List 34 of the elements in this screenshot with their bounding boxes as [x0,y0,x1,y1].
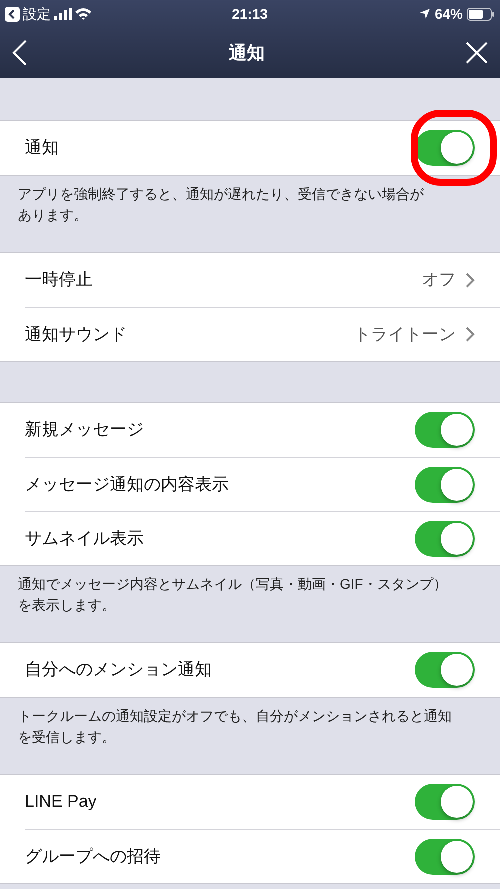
toggle-switch[interactable] [415,130,475,166]
setting-label: 一時停止 [25,269,93,292]
setting-label: 新規メッセージ [25,419,144,442]
value-selector[interactable]: オフ [422,267,475,293]
toggle-switch[interactable] [415,652,475,688]
section-note: 通知でメッセージ内容とサムネイル（写真・動画・GIF・スタンプ） を表示します。 [18,575,448,615]
setting-label: LINE Pay [25,791,97,814]
toggle-switch[interactable] [415,784,475,820]
setting-label: 自分へのメンション通知 [25,659,212,682]
close-icon[interactable] [466,42,488,64]
toggle-switch[interactable] [415,838,475,874]
setting-label: 通知サウンド [25,324,127,346]
signal-icon [54,8,72,20]
setting-label: 通知 [25,137,59,160]
battery-percentage: 64% [434,4,463,24]
section-note: トークルームの通知設定がオフでも、自分がメンションされると通知 を受信します。 [18,707,453,747]
clock-time: 21:13 [232,4,268,24]
location-arrow-icon [418,8,431,20]
wifi-icon [75,8,92,20]
chevron-right-icon [466,327,475,342]
nav-title: 通知 [229,42,265,64]
setting-label: グループへの招待 [25,846,161,868]
toggle-switch[interactable] [415,466,475,502]
section-note: アプリを強制終了すると、通知が遅れたり、受信できない場合が あります。 [18,185,425,225]
setting-label: サムネイル表示 [25,528,144,550]
chevron-right-icon [466,272,475,288]
back-app-label[interactable]: 設定 [23,4,51,24]
back-icon[interactable] [12,40,28,66]
value-selector[interactable]: トライトーン [354,322,475,348]
toggle-switch[interactable] [415,412,475,448]
battery-icon [467,8,495,20]
back-icon [5,6,20,22]
setting-label: メッセージ通知の内容表示 [25,474,229,496]
toggle-switch[interactable] [415,520,475,556]
